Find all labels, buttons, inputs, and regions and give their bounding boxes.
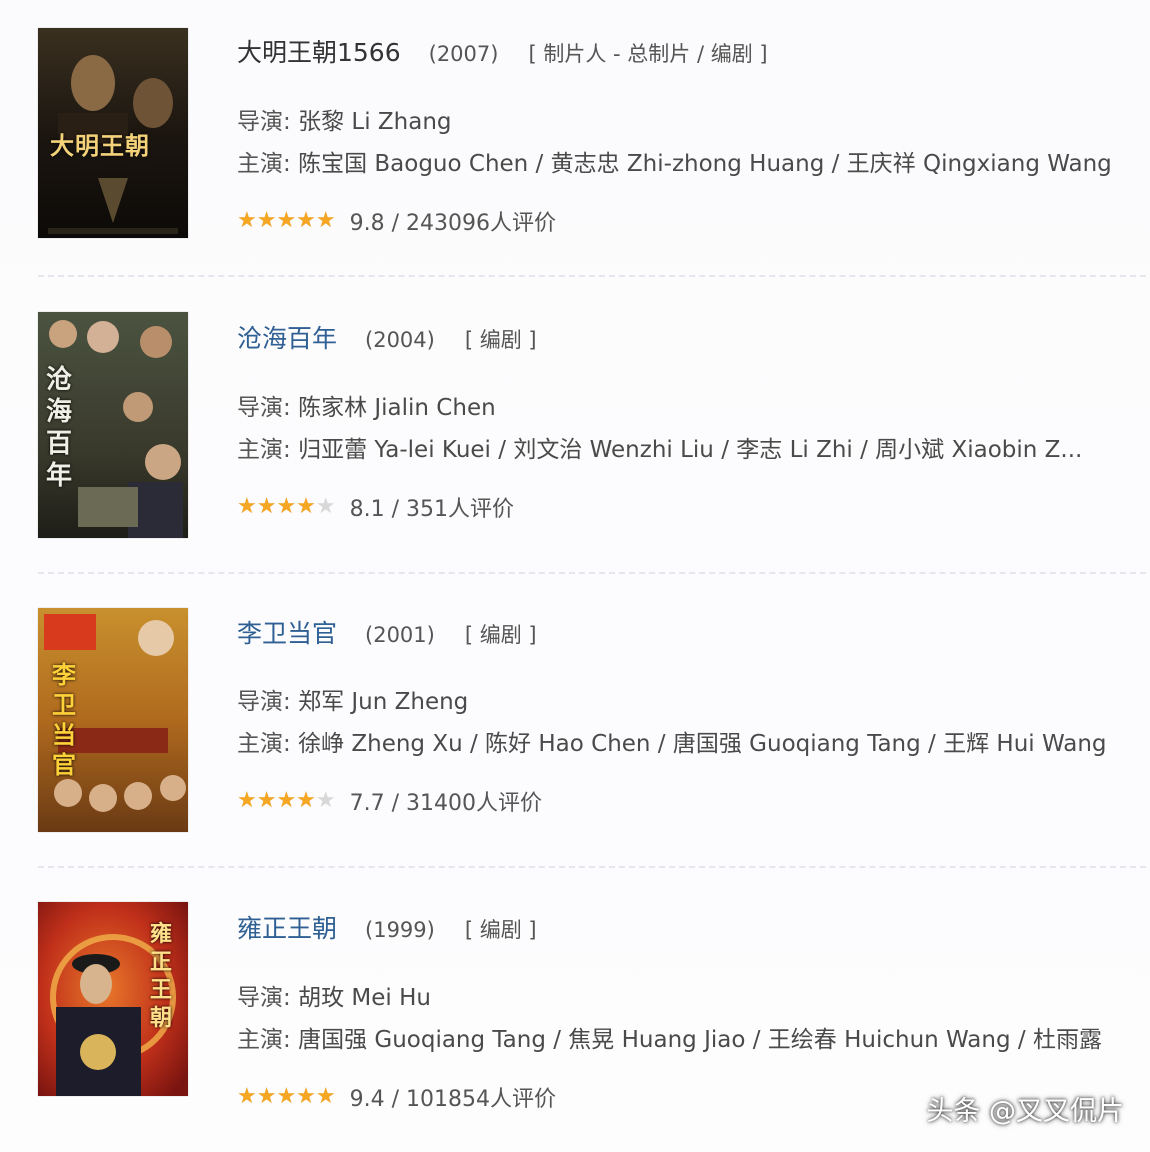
rating-line: ★★★★★ ★★★★★ 9.4 / 101854人评价 <box>237 1081 556 1113</box>
director-line: 导演: 陈家林 Jialin Chen <box>237 388 1150 422</box>
director-line: 导演: 胡玫 Mei Hu <box>237 978 1150 1012</box>
title-line: 雍正王朝 (1999) [ 编剧 ] <box>237 909 537 945</box>
rating-stars-icon: ★★★★★ ★★★★★ <box>237 790 336 812</box>
poster-title: 沧海百年 <box>46 365 73 491</box>
title-line: 李卫当官 (2001) [ 编剧 ] <box>237 614 537 650</box>
poster-image[interactable]: 雍正王朝 <box>38 902 188 1096</box>
title-line: 大明王朝1566 (2007) [ 制片人 - 总制片 / 编剧 ] <box>237 33 768 69</box>
director-label: 导演: <box>237 395 291 421</box>
director-name[interactable]: 张黎 Li Zhang <box>298 109 451 135</box>
cast-names[interactable]: 唐国强 Guoqiang Tang / 焦晃 Huang Jiao / 王绘春 … <box>298 1027 1102 1053</box>
rating-line: ★★★★★ ★★★★★ 8.1 / 351人评价 <box>237 491 514 523</box>
filmography-list: 大明王朝 大明王朝1566 (2007) [ 制片人 - 总制片 / 编剧 ] 导演… <box>0 0 1150 1152</box>
stars-filled: ★★★★★ <box>237 496 316 518</box>
film-entry: 沧海百年 沧海百年 (2004) [ 编剧 ] 导演: 陈家林 Jialin Che… <box>0 286 1150 576</box>
poster-image[interactable]: 大明王朝 <box>38 28 188 238</box>
rating-line: ★★★★★ ★★★★★ 7.7 / 31400人评价 <box>237 785 542 817</box>
rating-text: 8.1 / 351人评价 <box>349 497 515 522</box>
divider <box>38 275 1146 277</box>
cast-names[interactable]: 归亚蕾 Ya-lei Kuei / 刘文治 Wenzhi Liu / 李志 Li… <box>298 437 1082 463</box>
film-year: (2007) <box>428 42 499 66</box>
director-name[interactable]: 陈家林 Jialin Chen <box>298 395 496 421</box>
cast-line: 主演: 陈宝国 Baoguo Chen / 黄志忠 Zhi-zhong Huan… <box>237 144 1150 178</box>
poster-image[interactable]: 李卫当官 <box>38 608 188 832</box>
film-title-link[interactable]: 雍正王朝 <box>237 914 337 943</box>
film-role: [ 编剧 ] <box>464 623 537 647</box>
film-role: [ 编剧 ] <box>464 918 537 942</box>
cast-label: 主演: <box>237 151 291 177</box>
stars-filled: ★★★★★ <box>237 1086 336 1108</box>
cast-label: 主演: <box>237 731 291 757</box>
film-year: (2001) <box>365 623 435 647</box>
film-entry: 李卫当官 李卫当官 (2001) [ 编剧 ] 导演: 郑军 Jun Zheng 主… <box>0 581 1150 871</box>
poster-title: 雍正王朝 <box>150 921 173 1031</box>
film-title-link[interactable]: 李卫当官 <box>237 619 337 648</box>
watermark: 头条 @叉叉侃片 <box>926 1096 1124 1127</box>
film-year: (1999) <box>365 918 435 942</box>
divider <box>38 866 1146 868</box>
director-name[interactable]: 胡玫 Mei Hu <box>298 985 431 1011</box>
title-line: 沧海百年 (2004) [ 编剧 ] <box>237 319 537 355</box>
director-label: 导演: <box>237 689 291 715</box>
rating-stars-icon: ★★★★★ ★★★★★ <box>237 210 336 232</box>
film-entry: 大明王朝 大明王朝1566 (2007) [ 制片人 - 总制片 / 编剧 ] 导演… <box>0 0 1150 290</box>
director-line: 导演: 郑军 Jun Zheng <box>237 682 1150 716</box>
film-title-link[interactable]: 大明王朝1566 <box>237 38 401 67</box>
cast-line: 主演: 徐峥 Zheng Xu / 陈好 Hao Chen / 唐国强 Guoq… <box>237 724 1150 758</box>
director-line: 导演: 张黎 Li Zhang <box>237 102 1150 136</box>
cast-label: 主演: <box>237 1027 291 1053</box>
film-role: [ 制片人 - 总制片 / 编剧 ] <box>528 42 768 66</box>
rating-line: ★★★★★ ★★★★★ 9.8 / 243096人评价 <box>237 205 556 237</box>
cast-names[interactable]: 徐峥 Zheng Xu / 陈好 Hao Chen / 唐国强 Guoqiang… <box>298 731 1106 757</box>
rating-text: 9.4 / 101854人评价 <box>349 1087 556 1112</box>
rating-text: 9.8 / 243096人评价 <box>349 211 556 236</box>
poster-title: 大明王朝 <box>50 131 150 160</box>
film-role: [ 编剧 ] <box>464 328 537 352</box>
rating-text: 7.7 / 31400人评价 <box>349 791 542 816</box>
director-name[interactable]: 郑军 Jun Zheng <box>298 689 468 715</box>
cast-line: 主演: 归亚蕾 Ya-lei Kuei / 刘文治 Wenzhi Liu / 李… <box>237 430 1150 464</box>
divider <box>38 572 1146 574</box>
stars-filled: ★★★★★ <box>237 210 336 232</box>
poster-title: 李卫当官 <box>52 660 76 779</box>
director-label: 导演: <box>237 109 291 135</box>
poster-image[interactable]: 沧海百年 <box>38 312 188 538</box>
cast-label: 主演: <box>237 437 291 463</box>
rating-stars-icon: ★★★★★ ★★★★★ <box>237 1086 336 1108</box>
film-title-link[interactable]: 沧海百年 <box>237 324 337 353</box>
rating-stars-icon: ★★★★★ ★★★★★ <box>237 496 336 518</box>
film-year: (2004) <box>365 328 435 352</box>
cast-names[interactable]: 陈宝国 Baoguo Chen / 黄志忠 Zhi-zhong Huang / … <box>298 151 1112 177</box>
director-label: 导演: <box>237 985 291 1011</box>
stars-filled: ★★★★★ <box>237 790 316 812</box>
cast-line: 主演: 唐国强 Guoqiang Tang / 焦晃 Huang Jiao / … <box>237 1020 1150 1054</box>
